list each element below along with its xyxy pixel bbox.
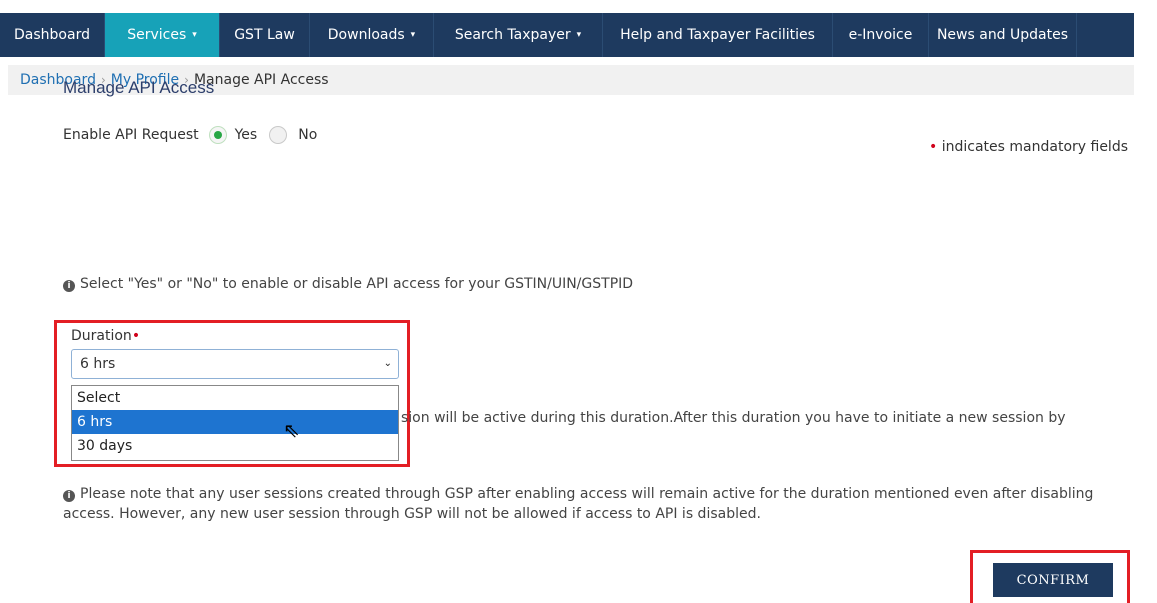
duration-select-value: 6 hrs <box>80 356 116 372</box>
mandatory-star: • <box>929 139 938 155</box>
nav-help-facilities[interactable]: Help and Taxpayer Facilities <box>603 13 833 57</box>
caret-down-icon: ▾ <box>410 30 416 40</box>
caret-down-icon: ▾ <box>576 30 582 40</box>
nav-services[interactable]: Services ▾ <box>105 13 220 57</box>
info-icon: i <box>63 280 75 292</box>
nav-gst-law-label: GST Law <box>234 27 295 43</box>
main-navbar: Dashboard Services ▾ GST Law Downloads ▾ S… <box>0 13 1134 57</box>
nav-e-invoice[interactable]: e-Invoice <box>833 13 929 57</box>
duration-label-text: Duration <box>71 328 132 344</box>
nav-news-updates[interactable]: News and Updates <box>929 13 1077 57</box>
chevron-down-icon: ⌄ <box>383 358 392 369</box>
radio-selected-dot <box>213 131 222 139</box>
enable-api-row: Enable API Request Yes No <box>63 126 317 144</box>
mouse-cursor-icon: ⇖ <box>283 418 300 442</box>
duration-dropdown-list: Select 6 hrs 30 days <box>71 385 399 461</box>
duration-option[interactable]: 6 hrs <box>72 410 398 434</box>
duration-select[interactable]: 6 hrs ⌄ <box>71 349 399 379</box>
duration-label: Duration• <box>71 328 140 344</box>
session-note-line1: Please note that any user sessions creat… <box>80 486 1094 502</box>
caret-down-icon: ▾ <box>192 30 197 40</box>
info-select-hint: i Select "Yes" or "No" to enable or disab… <box>63 274 633 294</box>
session-note-line2: access. However, any new user session th… <box>63 506 761 522</box>
nav-search-taxpayer-label: Search Taxpayer <box>454 27 571 43</box>
mandatory-note: • indicates mandatory fields <box>929 139 1128 155</box>
nav-downloads-label: Downloads <box>327 27 405 43</box>
radio-no[interactable] <box>269 126 288 144</box>
page-title: Manage API Access <box>63 78 215 97</box>
info-icon: i <box>63 490 75 502</box>
enable-api-label: Enable API Request <box>63 127 199 143</box>
info-select-text: Select "Yes" or "No" to enable or disabl… <box>80 276 634 292</box>
radio-yes-label: Yes <box>234 127 258 143</box>
session-duration-text: sion will be active during this duration… <box>401 410 1066 426</box>
radio-no-label: No <box>298 127 318 143</box>
session-note: i Please note that any user sessions crea… <box>63 484 1093 524</box>
top-strip <box>0 0 1157 8</box>
nav-gst-law[interactable]: GST Law <box>220 13 310 57</box>
nav-dashboard-label: Dashboard <box>14 27 90 43</box>
duration-option[interactable]: 30 days <box>72 434 398 458</box>
right-edge <box>1134 13 1157 603</box>
mandatory-note-text: indicates mandatory fields <box>941 139 1128 155</box>
nav-dashboard[interactable]: Dashboard <box>0 13 105 57</box>
radio-yes[interactable] <box>208 126 227 144</box>
nav-downloads[interactable]: Downloads ▾ <box>310 13 434 57</box>
nav-e-invoice-label: e-Invoice <box>848 27 913 43</box>
nav-search-taxpayer[interactable]: Search Taxpayer ▾ <box>434 13 603 57</box>
nav-services-label: Services <box>127 27 187 43</box>
nav-help-facilities-label: Help and Taxpayer Facilities <box>620 27 815 43</box>
confirm-button[interactable]: CONFIRM <box>993 563 1113 597</box>
nav-news-updates-label: News and Updates <box>936 27 1069 43</box>
duration-option[interactable]: Select <box>72 386 398 410</box>
required-star: • <box>131 328 141 344</box>
